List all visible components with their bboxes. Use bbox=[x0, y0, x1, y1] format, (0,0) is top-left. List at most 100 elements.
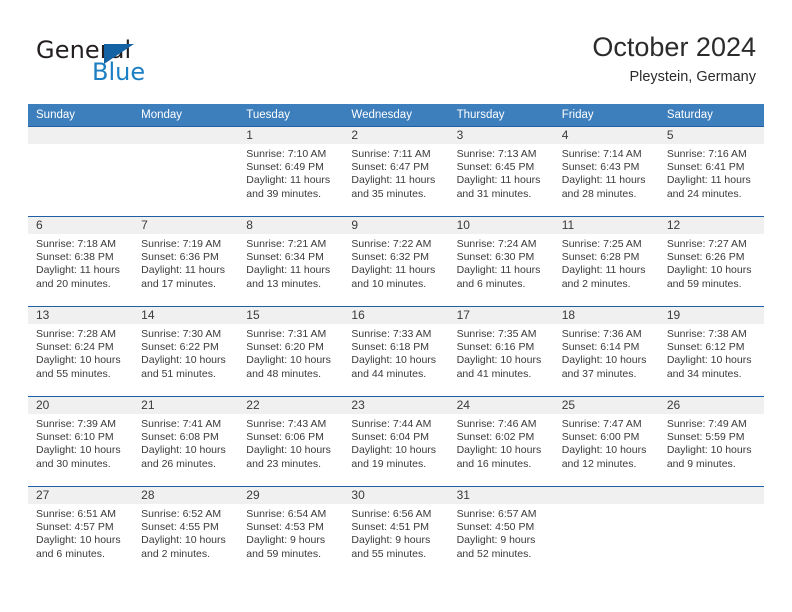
day-cell[interactable]: 15 Sunrise: 7:31 AM Sunset: 6:20 PM Dayligh… bbox=[238, 306, 344, 397]
daylight-text-line1: Daylight: 10 hours bbox=[561, 444, 647, 457]
day-cell[interactable]: 18 Sunrise: 7:36 AM Sunset: 6:14 PM Dayligh… bbox=[553, 306, 659, 397]
day-sun-info: Sunrise: 7:46 AM Sunset: 6:02 PM Daylight:… bbox=[449, 414, 554, 471]
day-cell[interactable]: 9 Sunrise: 7:22 AM Sunset: 6:32 PM Daylight… bbox=[343, 216, 449, 307]
day-cell[interactable]: 24 Sunrise: 7:46 AM Sunset: 6:02 PM Dayligh… bbox=[448, 396, 554, 487]
sunset-text: Sunset: 4:50 PM bbox=[456, 521, 535, 534]
day-sun-info: Sunrise: 7:31 AM Sunset: 6:20 PM Daylight:… bbox=[238, 324, 343, 381]
sunset-text: Sunset: 6:06 PM bbox=[246, 431, 324, 444]
day-cell[interactable]: 19 Sunrise: 7:38 AM Sunset: 6:12 PM Dayligh… bbox=[658, 306, 764, 397]
day-number: 2 bbox=[343, 127, 449, 144]
day-cell[interactable]: 25 Sunrise: 7:47 AM Sunset: 6:00 PM Dayligh… bbox=[553, 396, 659, 487]
day-number bbox=[133, 127, 239, 144]
day-number: 7 bbox=[133, 217, 239, 234]
daylight-text-line1: Daylight: 10 hours bbox=[456, 354, 542, 367]
day-cell[interactable]: 8 Sunrise: 7:21 AM Sunset: 6:34 PM Daylight… bbox=[238, 216, 344, 307]
day-cell[interactable]: 23 Sunrise: 7:44 AM Sunset: 6:04 PM Dayligh… bbox=[343, 396, 449, 487]
day-number: 12 bbox=[658, 217, 764, 234]
sunrise-text: Sunrise: 7:30 AM bbox=[141, 328, 222, 340]
day-cell[interactable]: 7 Sunrise: 7:19 AM Sunset: 6:36 PM Daylight… bbox=[133, 216, 239, 307]
day-sun-info: Sunrise: 7:38 AM Sunset: 6:12 PM Daylight:… bbox=[659, 324, 764, 381]
sunset-text: Sunset: 6:30 PM bbox=[456, 251, 535, 264]
calendar-grid: Sunday Monday Tuesday Wednesday Thursday Frid… bbox=[28, 104, 764, 576]
day-sun-info: Sunrise: 7:11 AM Sunset: 6:47 PM Daylight:… bbox=[343, 144, 448, 201]
daylight-text-line2: and 13 minutes. bbox=[246, 277, 321, 290]
sunset-text: Sunset: 6:34 PM bbox=[246, 251, 324, 264]
day-number: 24 bbox=[448, 397, 554, 414]
day-sun-info: Sunrise: 7:22 AM Sunset: 6:32 PM Daylight:… bbox=[343, 234, 448, 291]
generalblue-logo[interactable]: General Blue bbox=[36, 36, 216, 88]
day-cell[interactable]: 5 Sunrise: 7:16 AM Sunset: 6:41 PM Daylight… bbox=[658, 126, 764, 217]
daylight-text-line2: and 37 minutes. bbox=[561, 367, 637, 380]
day-cell[interactable]: 20 Sunrise: 7:39 AM Sunset: 6:10 PM Dayligh… bbox=[28, 396, 134, 487]
day-cell[interactable]: 28 Sunrise: 6:52 AM Sunset: 4:55 PM Dayligh… bbox=[133, 486, 239, 576]
day-cell[interactable]: 22 Sunrise: 7:43 AM Sunset: 6:06 PM Dayligh… bbox=[238, 396, 344, 487]
daylight-text-line1: Daylight: 10 hours bbox=[36, 534, 121, 547]
day-number: 17 bbox=[448, 307, 554, 324]
day-sun-info: Sunrise: 6:56 AM Sunset: 4:51 PM Daylight:… bbox=[343, 504, 448, 561]
day-cell[interactable]: 4 Sunrise: 7:14 AM Sunset: 6:43 PM Daylight… bbox=[553, 126, 659, 217]
day-sun-info: Sunrise: 7:41 AM Sunset: 6:08 PM Daylight:… bbox=[133, 414, 238, 471]
day-cell[interactable]: 17 Sunrise: 7:35 AM Sunset: 6:16 PM Dayligh… bbox=[448, 306, 554, 397]
daylight-text-line2: and 6 minutes. bbox=[36, 547, 105, 560]
day-number: 15 bbox=[238, 307, 344, 324]
daylight-text-line1: Daylight: 10 hours bbox=[36, 444, 121, 457]
sunrise-text: Sunrise: 7:21 AM bbox=[246, 238, 327, 250]
daylight-text-line1: Daylight: 11 hours bbox=[351, 264, 436, 277]
sunrise-text: Sunrise: 7:31 AM bbox=[246, 328, 327, 340]
daylight-text-line2: and 55 minutes. bbox=[351, 547, 427, 560]
daylight-text-line1: Daylight: 9 hours bbox=[246, 534, 326, 547]
sunset-text: Sunset: 6:08 PM bbox=[141, 431, 219, 444]
daylight-text-line1: Daylight: 10 hours bbox=[351, 444, 437, 457]
day-cell[interactable]: 26 Sunrise: 7:49 AM Sunset: 5:59 PM Dayligh… bbox=[658, 396, 764, 487]
day-number: 20 bbox=[28, 397, 134, 414]
day-cell[interactable]: 14 Sunrise: 7:30 AM Sunset: 6:22 PM Dayligh… bbox=[133, 306, 239, 397]
day-cell[interactable]: 27 Sunrise: 6:51 AM Sunset: 4:57 PM Dayligh… bbox=[28, 486, 134, 576]
daylight-text-line2: and 2 minutes. bbox=[561, 277, 631, 290]
day-cell[interactable]: 2 Sunrise: 7:11 AM Sunset: 6:47 PM Daylight… bbox=[343, 126, 449, 217]
day-number: 1 bbox=[238, 127, 344, 144]
sunset-text: Sunset: 6:36 PM bbox=[141, 251, 219, 264]
sunrise-text: Sunrise: 7:22 AM bbox=[351, 238, 432, 250]
day-cell[interactable]: 30 Sunrise: 6:56 AM Sunset: 4:51 PM Dayligh… bbox=[343, 486, 449, 576]
daylight-text-line2: and 59 minutes. bbox=[246, 547, 321, 560]
daylight-text-line2: and 34 minutes. bbox=[666, 367, 742, 380]
day-number: 14 bbox=[133, 307, 239, 324]
sunrise-text: Sunrise: 7:39 AM bbox=[36, 418, 116, 430]
daylight-text-line1: Daylight: 11 hours bbox=[561, 264, 646, 277]
sunrise-text: Sunrise: 7:33 AM bbox=[351, 328, 432, 340]
sunrise-text: Sunrise: 7:13 AM bbox=[456, 148, 537, 160]
calendar-week-row: 27 Sunrise: 6:51 AM Sunset: 4:57 PM Dayligh… bbox=[28, 486, 764, 576]
day-cell[interactable]: 13 Sunrise: 7:28 AM Sunset: 6:24 PM Dayligh… bbox=[28, 306, 134, 397]
daylight-text-line2: and 12 minutes. bbox=[561, 457, 637, 470]
sunrise-text: Sunrise: 7:25 AM bbox=[561, 238, 642, 250]
sunset-text: Sunset: 6:20 PM bbox=[246, 341, 324, 354]
day-number: 9 bbox=[343, 217, 449, 234]
daylight-text-line2: and 24 minutes. bbox=[666, 187, 742, 200]
weekday-header-monday: Monday bbox=[133, 104, 239, 127]
daylight-text-line1: Daylight: 11 hours bbox=[36, 264, 120, 277]
daylight-text-line1: Daylight: 11 hours bbox=[246, 264, 331, 277]
day-cell[interactable]: 16 Sunrise: 7:33 AM Sunset: 6:18 PM Dayligh… bbox=[343, 306, 449, 397]
daylight-text-line1: Daylight: 11 hours bbox=[351, 174, 436, 187]
day-cell[interactable]: 21 Sunrise: 7:41 AM Sunset: 6:08 PM Dayligh… bbox=[133, 396, 239, 487]
day-sun-info: Sunrise: 7:47 AM Sunset: 6:00 PM Daylight:… bbox=[554, 414, 659, 471]
day-cell[interactable]: 1 Sunrise: 7:10 AM Sunset: 6:49 PM Daylight… bbox=[238, 126, 344, 217]
day-cell[interactable]: 6 Sunrise: 7:18 AM Sunset: 6:38 PM Daylight… bbox=[28, 216, 134, 307]
day-number: 5 bbox=[658, 127, 764, 144]
day-cell-empty bbox=[28, 126, 134, 217]
day-cell[interactable]: 10 Sunrise: 7:24 AM Sunset: 6:30 PM Dayligh… bbox=[448, 216, 554, 307]
calendar-week-row: 13 Sunrise: 7:28 AM Sunset: 6:24 PM Dayligh… bbox=[28, 306, 764, 397]
day-sun-info: Sunrise: 7:33 AM Sunset: 6:18 PM Daylight:… bbox=[343, 324, 448, 381]
weekday-header-thursday: Thursday bbox=[448, 104, 554, 127]
day-cell[interactable]: 3 Sunrise: 7:13 AM Sunset: 6:45 PM Daylight… bbox=[448, 126, 554, 217]
day-cell[interactable]: 11 Sunrise: 7:25 AM Sunset: 6:28 PM Dayligh… bbox=[553, 216, 659, 307]
calendar-week-row: 1 Sunrise: 7:10 AM Sunset: 6:49 PM Daylight… bbox=[28, 126, 764, 217]
calendar-table: Sunday Monday Tuesday Wednesday Thursday Frid… bbox=[28, 104, 764, 576]
day-cell[interactable]: 12 Sunrise: 7:27 AM Sunset: 6:26 PM Dayligh… bbox=[658, 216, 764, 307]
sunset-text: Sunset: 6:24 PM bbox=[36, 341, 114, 354]
day-sun-info: Sunrise: 6:54 AM Sunset: 4:53 PM Daylight:… bbox=[238, 504, 343, 561]
day-sun-info: Sunrise: 7:44 AM Sunset: 6:04 PM Daylight:… bbox=[343, 414, 448, 471]
day-cell[interactable]: 31 Sunrise: 6:57 AM Sunset: 4:50 PM Dayligh… bbox=[448, 486, 554, 576]
sunrise-text: Sunrise: 7:46 AM bbox=[456, 418, 537, 430]
day-cell[interactable]: 29 Sunrise: 6:54 AM Sunset: 4:53 PM Dayligh… bbox=[238, 486, 344, 576]
